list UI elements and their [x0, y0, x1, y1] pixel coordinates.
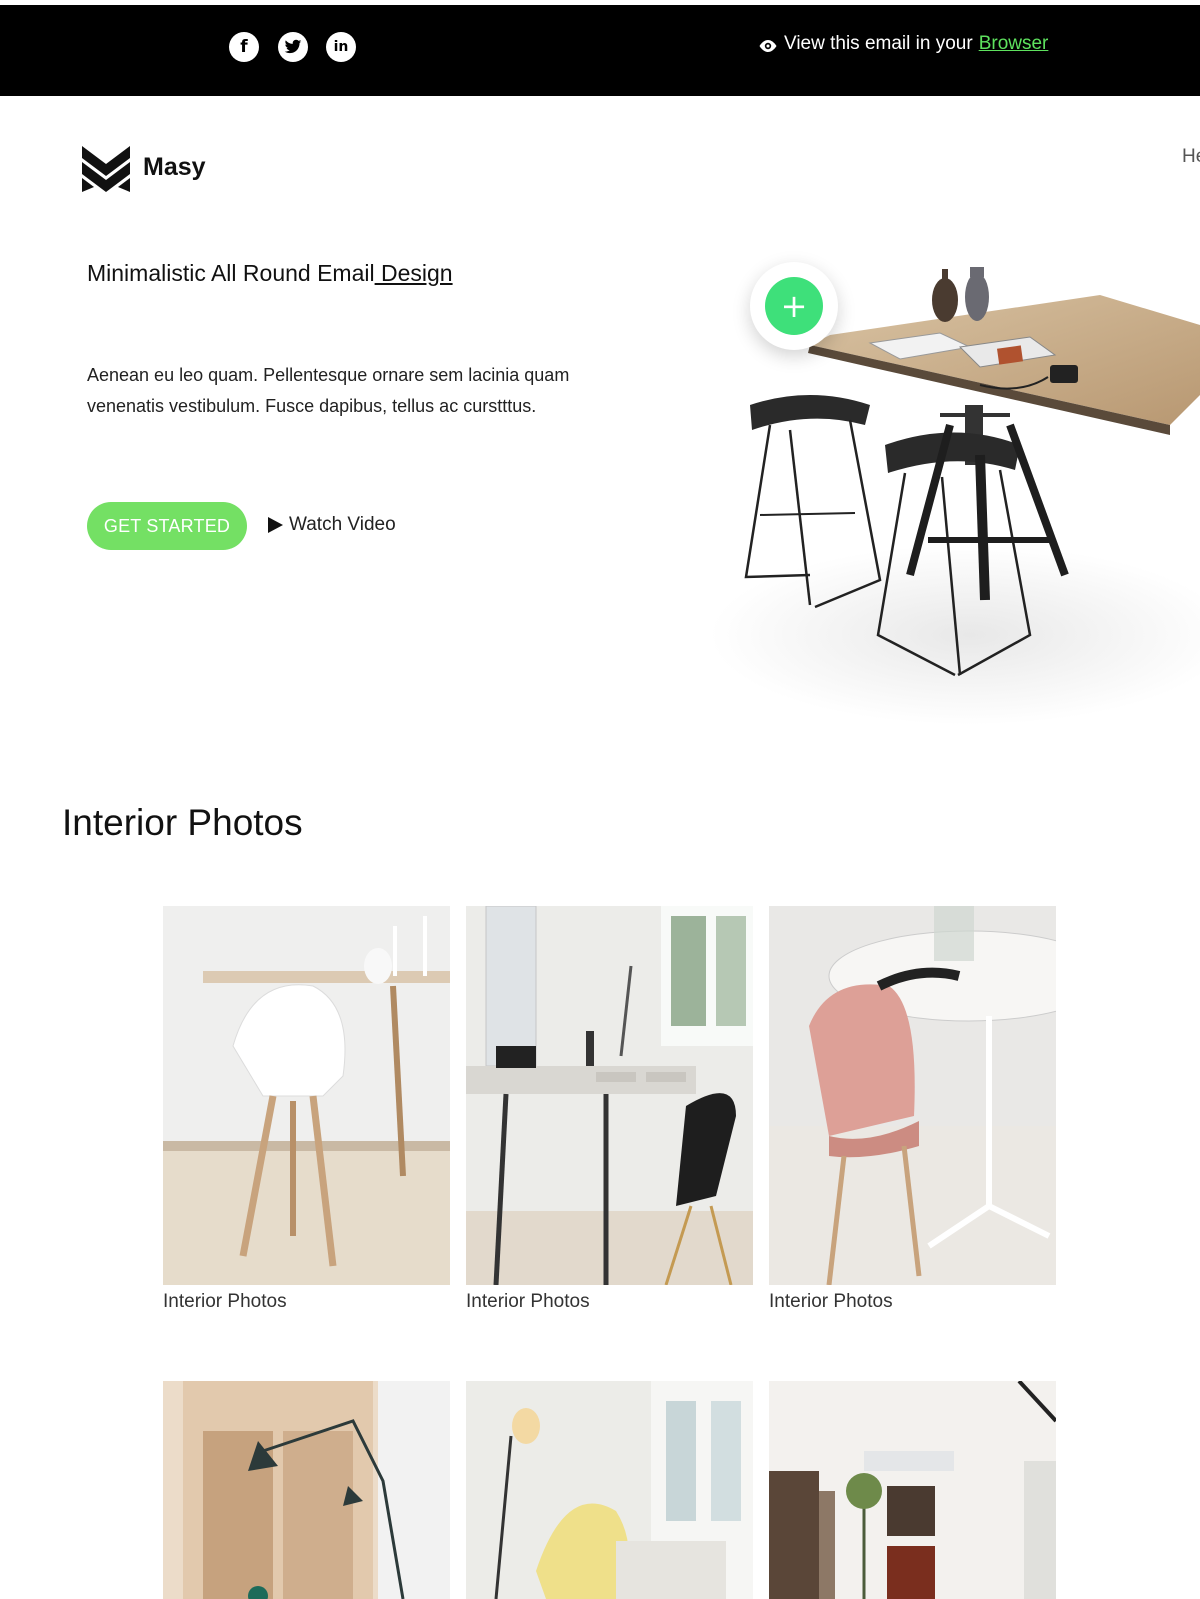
gallery-photo[interactable]	[466, 906, 753, 1285]
watch-video-label: Watch Video	[289, 514, 396, 535]
gallery-card[interactable]	[466, 1381, 753, 1599]
gallery-card[interactable]: Interior Photos	[163, 906, 450, 1313]
facebook-icon[interactable]: f	[229, 32, 259, 62]
gallery-photo[interactable]	[466, 1381, 753, 1599]
gallery-photo[interactable]	[163, 1381, 450, 1599]
view-email-text: View this email in your	[784, 33, 973, 54]
section-title: Interior Photos	[62, 802, 303, 843]
gallery-card[interactable]	[163, 1381, 450, 1599]
hero-title-text: Minimalistic All Round Email	[87, 260, 375, 286]
brand-name[interactable]: Masy	[143, 153, 206, 182]
nav-item-home[interactable]: He	[1182, 146, 1200, 168]
gallery-card[interactable]: Interior Photos	[466, 906, 753, 1313]
plus-icon: +	[765, 277, 823, 335]
gallery-photo[interactable]	[769, 1381, 1056, 1599]
get-started-button[interactable]: GET STARTED	[87, 502, 247, 550]
hero-description: Aenean eu leo quam. Pellentesque ornare …	[87, 365, 570, 416]
watch-video-link[interactable]: Watch Video	[268, 514, 396, 536]
photo-caption: Interior Photos	[769, 1291, 893, 1312]
browser-link[interactable]: Browser	[979, 33, 1049, 55]
gallery-card[interactable]	[769, 1381, 1056, 1599]
top-bar: f in View this email in your Browser	[0, 5, 1200, 96]
gallery-photo[interactable]	[769, 906, 1056, 1285]
photo-caption: Interior Photos	[466, 1291, 590, 1312]
hero-title-link[interactable]: Design	[375, 260, 453, 286]
view-in-browser: View this email in your Browser	[758, 33, 1048, 55]
play-icon	[268, 517, 283, 533]
linkedin-icon[interactable]: in	[326, 32, 356, 62]
logo-icon[interactable]	[80, 144, 132, 194]
gallery-photo[interactable]	[163, 906, 450, 1285]
twitter-icon[interactable]	[278, 32, 308, 62]
gallery-card[interactable]: Interior Photos	[769, 906, 1056, 1313]
add-button[interactable]: +	[750, 262, 838, 350]
eye-icon	[758, 37, 778, 52]
photo-caption: Interior Photos	[163, 1291, 287, 1312]
hero-title: Minimalistic All Round Email Design	[87, 260, 453, 287]
